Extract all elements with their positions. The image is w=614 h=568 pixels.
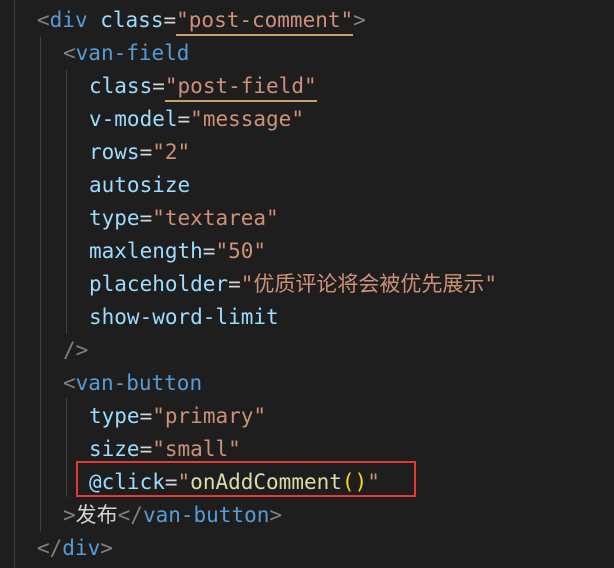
quote: " xyxy=(190,107,203,131)
equals-sign: = xyxy=(139,140,153,164)
code-line-2[interactable]: <van-field xyxy=(63,37,189,70)
quote: " xyxy=(228,437,241,461)
quote: " xyxy=(340,8,354,32)
attribute-name: placeholder xyxy=(89,272,229,296)
attribute-value: "textarea" xyxy=(152,206,278,230)
quote: " xyxy=(253,404,267,428)
quote: " xyxy=(484,272,498,296)
tag-open-bracket: < xyxy=(63,41,76,65)
indent-guide xyxy=(66,70,67,334)
attribute-value-text: 优质评论将会被优先展示 xyxy=(253,272,485,296)
attribute-name: autosize xyxy=(89,173,191,197)
attribute-value: "primary" xyxy=(152,404,266,428)
attribute-name: rows xyxy=(89,140,140,164)
closing-tag-open: </ xyxy=(37,536,63,560)
tag-open-bracket: < xyxy=(63,371,76,395)
attribute-value: "post-comment" xyxy=(176,8,354,36)
attribute-name: type xyxy=(89,206,140,230)
equals-sign: = xyxy=(139,404,153,428)
attribute-name: show-word-limit xyxy=(89,305,279,329)
indent-guide xyxy=(66,398,67,497)
quote: " xyxy=(253,239,267,263)
tag-name: van-field xyxy=(75,41,190,65)
code-line-6[interactable]: autosize xyxy=(89,169,190,202)
tag-close-bracket: > xyxy=(269,503,283,527)
indent-guide xyxy=(14,0,15,568)
quote: " xyxy=(291,107,304,131)
attribute-value-text: message xyxy=(202,107,292,131)
attribute-name: class xyxy=(100,8,164,32)
code-line-4[interactable]: v-model="message" xyxy=(89,103,304,136)
equals-sign: = xyxy=(228,272,241,296)
code-line-10[interactable]: show-word-limit xyxy=(89,301,279,334)
button-text: 发布 xyxy=(75,503,118,527)
code-line-1[interactable]: <div class="post-comment"> xyxy=(37,4,366,37)
quote: " xyxy=(152,404,165,428)
code-line-7[interactable]: type="textarea" xyxy=(89,202,279,235)
code-line-5[interactable]: rows="2" xyxy=(89,136,190,169)
tag-close-bracket: > xyxy=(100,536,113,560)
attribute-value: "post-field" xyxy=(164,74,317,102)
equals-sign: = xyxy=(177,107,191,131)
attribute-value-text: post-comment xyxy=(188,8,341,32)
quote: " xyxy=(164,74,178,98)
attribute-value: "small" xyxy=(152,437,241,461)
attribute-name: v-model xyxy=(89,107,178,131)
attribute-name: class xyxy=(89,74,153,98)
tag-name: van-button xyxy=(75,371,203,395)
code-line-11[interactable]: /> xyxy=(63,334,88,367)
indent-guide xyxy=(40,37,41,532)
code-line-16[interactable]: >发布</van-button> xyxy=(63,499,282,532)
code-line-13[interactable]: type="primary" xyxy=(89,400,266,433)
tag-name: div xyxy=(62,536,101,560)
attribute-value: "2" xyxy=(152,140,190,164)
quote: " xyxy=(152,206,165,230)
attribute-name: type xyxy=(89,404,140,428)
attribute-value-text: 50 xyxy=(228,239,254,263)
quote: " xyxy=(266,206,279,230)
closing-tag-open: </ xyxy=(117,503,143,527)
tag-name: van-button xyxy=(142,503,270,527)
code-editor[interactable]: <div class="post-comment"> <van-field cl… xyxy=(0,0,614,568)
quote: " xyxy=(176,8,189,32)
highlight-box xyxy=(76,461,416,497)
equals-sign: = xyxy=(163,8,177,32)
tag-close-bracket: > xyxy=(63,503,76,527)
equals-sign: = xyxy=(139,437,153,461)
equals-sign: = xyxy=(152,74,165,98)
attribute-name: maxlength xyxy=(89,239,203,263)
attribute-value: "message" xyxy=(190,107,304,131)
self-closing-bracket: /> xyxy=(63,338,89,362)
quote: " xyxy=(177,140,191,164)
attribute-value-text: post-field xyxy=(177,74,304,98)
attribute-value-text: primary xyxy=(164,404,254,428)
quote: " xyxy=(152,437,165,461)
code-line-9[interactable]: placeholder="优质评论将会被优先展示" xyxy=(89,268,497,301)
code-line-12[interactable]: <van-button xyxy=(63,367,202,400)
tag-name: div xyxy=(49,8,88,32)
attribute-value: "优质评论将会被优先展示" xyxy=(241,272,497,296)
attribute-value-text: 2 xyxy=(164,140,178,164)
attribute-value-text: small xyxy=(164,437,229,461)
equals-sign: = xyxy=(139,206,153,230)
tag-close-bracket: > xyxy=(353,8,366,32)
quote: " xyxy=(240,272,254,296)
attribute-name: size xyxy=(89,437,140,461)
code-line-17[interactable]: </div> xyxy=(37,532,113,565)
equals-sign: = xyxy=(202,239,216,263)
attribute-value-text: textarea xyxy=(164,206,267,230)
quote: " xyxy=(152,140,165,164)
quote: " xyxy=(303,74,317,98)
quote: " xyxy=(215,239,229,263)
code-line-8[interactable]: maxlength="50" xyxy=(89,235,266,268)
code-line-3[interactable]: class="post-field" xyxy=(89,70,317,103)
attribute-value: "50" xyxy=(215,239,266,263)
tag-open-bracket: < xyxy=(37,8,50,32)
